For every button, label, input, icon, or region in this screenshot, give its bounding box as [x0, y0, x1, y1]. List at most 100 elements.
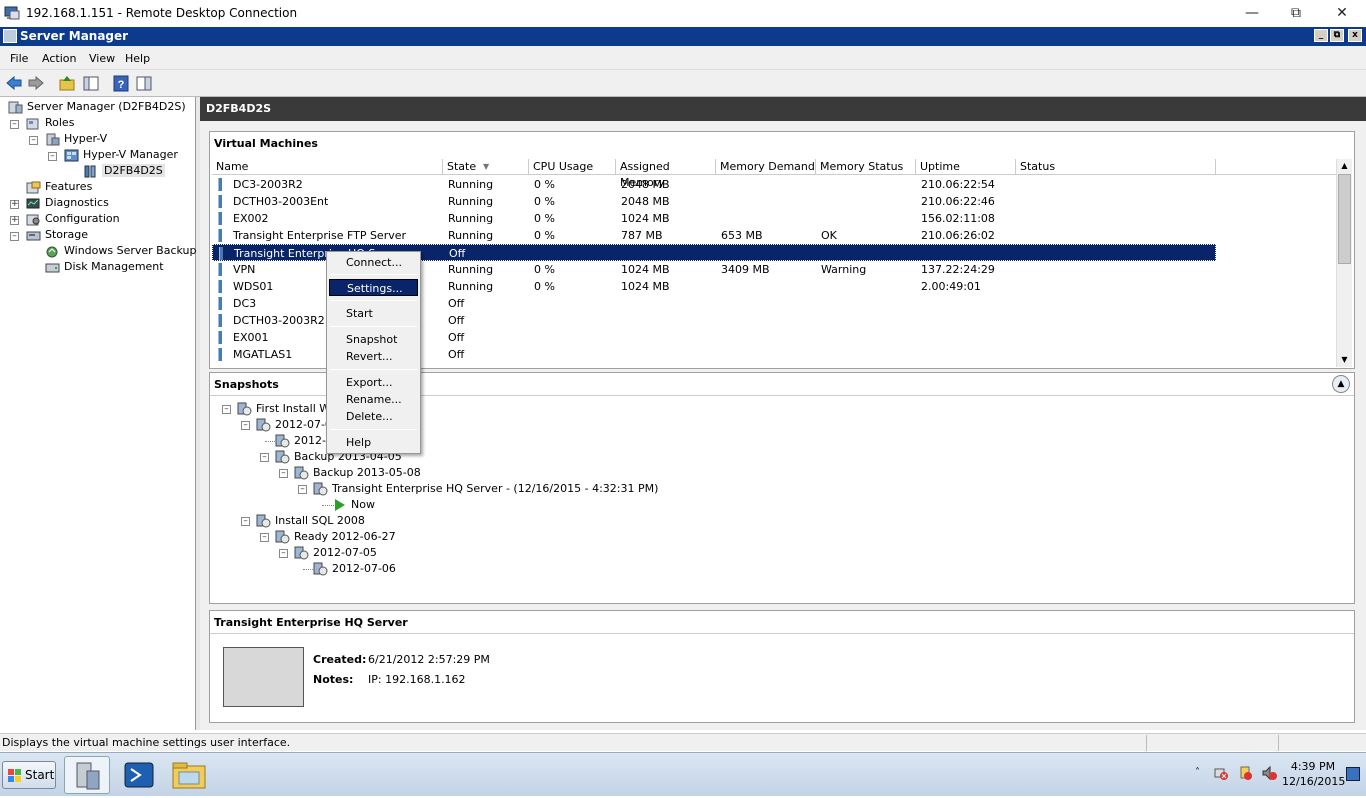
back-arrow-icon[interactable] — [5, 75, 23, 92]
menu-action[interactable]: Action — [42, 52, 76, 65]
tree-item-windows-server-backup[interactable]: Windows Server Backup — [45, 243, 197, 259]
snapshot-node[interactable]: Install SQL 2008 — [256, 513, 365, 529]
forward-arrow-icon[interactable] — [27, 75, 45, 92]
collapse-toggle[interactable]: – — [10, 120, 19, 129]
collapse-toggle[interactable]: – — [241, 517, 250, 526]
virtual-machine-icon — [218, 280, 222, 293]
snapshot-node[interactable]: Backup 2013-05-08 — [294, 465, 421, 481]
minimize-button[interactable]: — — [1232, 3, 1272, 23]
col-status[interactable]: Status — [1016, 159, 1216, 175]
tree-label: Disk Management — [64, 260, 164, 273]
vm-cell-cpu: 0 % — [534, 263, 555, 276]
tree-item-hyper-v-manager[interactable]: Hyper-V Manager — [64, 147, 178, 163]
menu-item-start[interactable]: Start — [329, 305, 418, 322]
tree-item-host[interactable]: D2FB4D2S — [83, 163, 165, 179]
vm-row[interactable]: DC3-2003R2 Running 0 % 2048 MB 210.06:22:54 — [212, 176, 1216, 193]
menu-item-help[interactable]: Help — [329, 434, 418, 451]
tree-item-server-manager[interactable]: Server Manager (D2FB4D2S) — [8, 99, 186, 115]
collapse-toggle[interactable]: – — [29, 136, 38, 145]
tree-item-roles[interactable]: Roles — [26, 115, 74, 131]
show-hide-tree-icon[interactable] — [82, 75, 100, 92]
snapshot-node[interactable]: Transight Enterprise HQ Server - (12/16/… — [313, 481, 658, 497]
app-restore-button[interactable]: ⧉ — [1330, 29, 1344, 42]
server-manager-icon — [3, 29, 17, 43]
menu-view[interactable]: View — [89, 52, 115, 65]
tree-label: Features — [45, 180, 93, 193]
snapshot-node[interactable]: 2012-07-0 — [256, 417, 332, 433]
tree-item-diagnostics[interactable]: Diagnostics — [26, 195, 109, 211]
details-panel: Transight Enterprise HQ Server Created: … — [209, 610, 1355, 723]
tree-item-storage[interactable]: Storage — [26, 227, 88, 243]
hyper-v-icon — [46, 133, 60, 145]
action-center-icon[interactable] — [1237, 765, 1253, 781]
menu-item-connect[interactable]: Connect... — [329, 254, 418, 271]
col-assigned-memory[interactable]: Assigned Memory — [616, 159, 716, 189]
app-close-button[interactable]: x — [1348, 29, 1362, 42]
vm-row[interactable]: EX002 Running 0 % 1024 MB 156.02:11:08 — [212, 210, 1216, 227]
taskbar-explorer[interactable] — [166, 756, 212, 794]
system-clock[interactable]: 4:39 PM 12/16/2015 — [1282, 759, 1345, 789]
col-uptime[interactable]: Uptime — [916, 159, 1016, 175]
col-name[interactable]: Name — [212, 159, 443, 175]
taskbar-server-manager[interactable] — [64, 756, 110, 794]
collapse-toggle[interactable]: – — [222, 405, 231, 414]
collapse-toggle[interactable]: – — [10, 232, 19, 241]
scroll-down-arrow[interactable]: ▼ — [1337, 353, 1352, 367]
snapshot-node[interactable]: 2012-07-06 — [313, 561, 396, 577]
close-button[interactable]: ✕ — [1322, 3, 1362, 23]
vm-row[interactable]: DCTH03-2003Ent Running 0 % 2048 MB 210.06:22… — [212, 193, 1216, 210]
action-pane-icon[interactable] — [135, 75, 153, 92]
scroll-thumb[interactable] — [1338, 174, 1351, 264]
show-hidden-icons-icon[interactable]: ˄ — [1195, 767, 1200, 778]
snapshot-node[interactable]: First Install Wir — [237, 401, 337, 417]
collapse-toggle[interactable]: – — [279, 469, 288, 478]
tree-item-features[interactable]: Features — [26, 179, 92, 195]
col-state[interactable]: State ▼ — [443, 159, 529, 175]
up-folder-icon[interactable] — [58, 75, 76, 92]
menu-help[interactable]: Help — [125, 52, 150, 65]
app-title: Server Manager — [20, 29, 129, 43]
menu-item-export[interactable]: Export... — [329, 374, 418, 391]
menu-file[interactable]: File — [10, 52, 28, 65]
tree-item-hyper-v[interactable]: Hyper-V — [45, 131, 107, 147]
network-error-icon[interactable] — [1213, 765, 1229, 781]
collapse-toggle[interactable]: – — [260, 453, 269, 462]
snapshot-node[interactable]: Now — [332, 497, 375, 513]
collapse-toggle[interactable]: – — [241, 421, 250, 430]
snapshot-node[interactable]: Ready 2012-06-27 — [275, 529, 396, 545]
tree-item-disk-management[interactable]: Disk Management — [45, 259, 164, 275]
menu-item-revert[interactable]: Revert... — [329, 348, 418, 365]
menu-item-delete[interactable]: Delete... — [329, 408, 418, 425]
volume-muted-icon[interactable] — [1261, 765, 1277, 781]
scroll-up-arrow[interactable]: ▲ — [1337, 159, 1352, 173]
vm-cell-state: Off — [448, 331, 465, 344]
help-icon[interactable]: ? — [112, 75, 130, 92]
app-minimize-button[interactable]: _ — [1314, 29, 1328, 42]
collapse-toggle[interactable]: – — [279, 549, 288, 558]
collapse-toggle[interactable]: – — [48, 152, 57, 161]
col-cpu[interactable]: CPU Usage — [529, 159, 616, 175]
snapshot-label: Backup 2013-05-08 — [313, 466, 421, 479]
snapshot-label: Now — [351, 498, 375, 511]
expand-toggle[interactable]: + — [10, 200, 19, 209]
snapshot-node[interactable]: 2012-07-05 — [294, 545, 377, 561]
start-button[interactable]: Start — [2, 761, 56, 789]
collapse-toggle[interactable]: – — [260, 533, 269, 542]
collapse-panel-button[interactable]: ▲ — [1332, 375, 1350, 393]
taskbar-powershell[interactable] — [116, 756, 162, 794]
vm-row[interactable]: Transight Enterprise FTP Server Running 0 … — [212, 227, 1216, 244]
collapse-toggle[interactable]: – — [298, 485, 307, 494]
vm-cell-name: DCTH03-2003Ent — [233, 195, 329, 208]
restore-button[interactable]: ⧉ — [1276, 3, 1316, 23]
col-memory-demand[interactable]: Memory Demand — [716, 159, 816, 175]
menu-item-settings[interactable]: Settings... — [329, 279, 418, 296]
menu-item-rename[interactable]: Rename... — [329, 391, 418, 408]
tree-item-configuration[interactable]: Configuration — [26, 211, 120, 227]
show-desktop-button[interactable] — [1346, 767, 1360, 781]
expand-toggle[interactable]: + — [10, 216, 19, 225]
play-icon — [335, 499, 345, 511]
snapshot-node[interactable]: 2012-0 — [275, 433, 333, 449]
menu-item-snapshot[interactable]: Snapshot — [329, 331, 418, 348]
col-memory-status[interactable]: Memory Status — [816, 159, 916, 175]
vm-scrollbar[interactable]: ▲ ▼ — [1336, 159, 1352, 367]
